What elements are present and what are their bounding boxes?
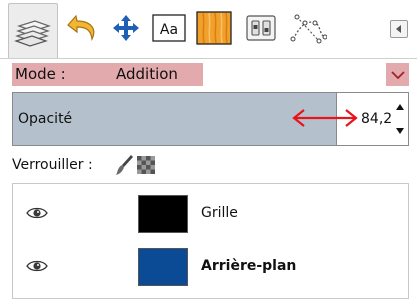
layer-thumbnail bbox=[138, 195, 188, 233]
opacity-slider[interactable]: Opacité bbox=[12, 92, 337, 146]
layer-row[interactable]: Arrière-plan bbox=[13, 240, 408, 293]
arrow-up-icon bbox=[396, 104, 404, 110]
visibility-eye-icon[interactable] bbox=[26, 258, 48, 274]
tab-patterns[interactable] bbox=[192, 3, 236, 53]
layer-name: Arrière-plan bbox=[201, 258, 297, 274]
chevron-down-icon bbox=[390, 70, 405, 79]
fonts-icon: Aa bbox=[152, 14, 186, 42]
opacity-value: 84,2 bbox=[361, 111, 393, 127]
layer-thumbnail bbox=[138, 248, 188, 286]
tab-tool-options[interactable] bbox=[240, 3, 282, 53]
mode-dropdown-button[interactable] bbox=[386, 63, 409, 86]
paths-icon bbox=[290, 14, 327, 44]
layer-mode-selector[interactable]: Mode : Addition bbox=[12, 63, 203, 86]
dock-tab-strip: Aa bbox=[0, 0, 417, 60]
wood-pattern-icon bbox=[196, 11, 232, 45]
arrow-down-icon bbox=[396, 128, 404, 134]
lock-label: Verrouiller : bbox=[12, 157, 93, 173]
triangle-left-icon bbox=[396, 25, 401, 33]
lock-pixels-brush-icon[interactable] bbox=[114, 154, 134, 176]
tab-menu-button[interactable] bbox=[390, 20, 408, 38]
lock-alpha-checker-icon[interactable] bbox=[137, 156, 155, 174]
layer-row[interactable]: Grille bbox=[13, 187, 408, 240]
mode-label: Mode : bbox=[15, 65, 66, 83]
tab-undo-history[interactable] bbox=[63, 3, 103, 53]
visibility-eye-icon[interactable] bbox=[26, 205, 48, 221]
spin-down-button[interactable] bbox=[394, 121, 406, 141]
layer-name: Grille bbox=[201, 205, 238, 221]
layers-list: Grille Arrière-plan bbox=[12, 183, 409, 299]
svg-text:Aa: Aa bbox=[160, 22, 178, 38]
double-arrow-annotation-icon bbox=[292, 109, 358, 127]
spin-up-button[interactable] bbox=[394, 97, 406, 117]
mode-value: Addition bbox=[116, 65, 178, 83]
move-cross-icon bbox=[113, 15, 139, 41]
undo-arrow-icon bbox=[67, 14, 95, 42]
tab-divider bbox=[0, 58, 417, 59]
layers-stack-icon bbox=[14, 19, 51, 47]
tool-options-icon bbox=[246, 15, 276, 41]
tab-fonts[interactable]: Aa bbox=[150, 3, 188, 53]
tab-paths[interactable] bbox=[286, 3, 330, 53]
opacity-label: Opacité bbox=[18, 111, 73, 127]
tab-layers[interactable] bbox=[8, 3, 58, 59]
tab-move-tool[interactable] bbox=[106, 3, 146, 53]
